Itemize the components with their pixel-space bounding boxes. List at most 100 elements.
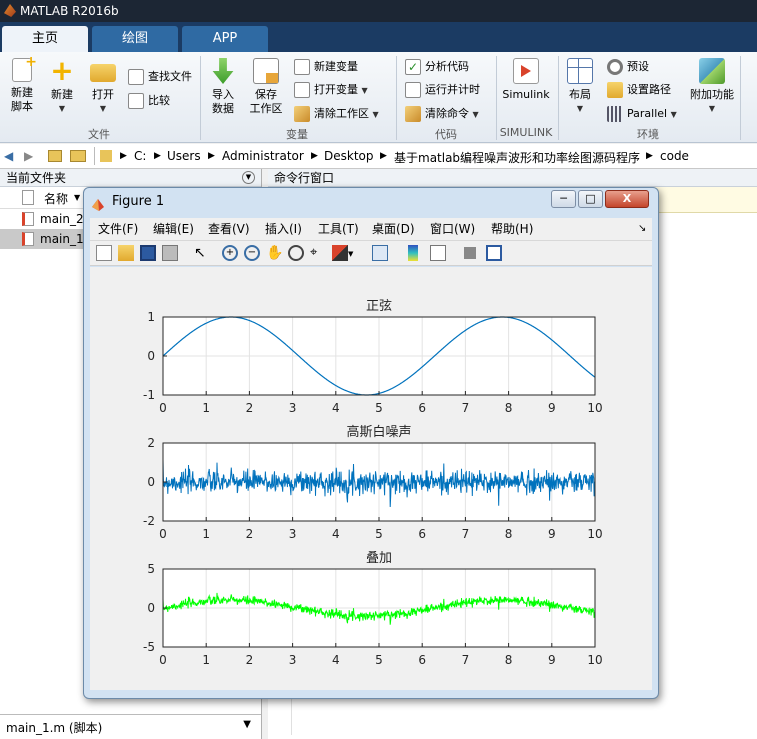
menu-edit[interactable]: 编辑(E): [153, 218, 194, 240]
breadcrumb-administrator[interactable]: Administrator: [222, 149, 304, 163]
new-variable-label: 新建变量: [314, 60, 358, 73]
pointer-icon[interactable]: ↖: [194, 245, 210, 261]
pan-hand-icon[interactable]: ✋: [266, 245, 283, 261]
new-label: 新建: [51, 88, 73, 101]
menu-dock-arrow-icon[interactable]: ↘: [638, 218, 646, 240]
tab-home[interactable]: 主页: [2, 26, 88, 52]
figure-titlebar[interactable]: Figure 1 ─ □ X: [84, 188, 658, 216]
layout-button[interactable]: 布局 ▼: [563, 58, 597, 116]
zoom-out-icon[interactable]: −: [244, 245, 260, 261]
figure-window[interactable]: Figure 1 ─ □ X 文件(F) 编辑(E) 查看(V) 插入(I) 工…: [83, 187, 659, 699]
x-tick-label: 0: [159, 653, 167, 667]
chevron-down-icon[interactable]: ▼: [348, 250, 364, 266]
tab-apps[interactable]: APP: [182, 26, 268, 52]
save-workspace-button[interactable]: 保存 工作区: [246, 58, 286, 116]
close-button[interactable]: X: [605, 190, 649, 208]
breadcrumb-project-folder[interactable]: 基于matlab编程噪声波形和功率绘图源码程序: [394, 149, 640, 166]
chevron-down-icon: ▼: [472, 110, 479, 119]
chevron-down-icon: ▼: [99, 104, 107, 113]
zoom-in-icon[interactable]: +: [222, 245, 238, 261]
chevron-down-icon[interactable]: ▼: [243, 719, 251, 730]
import-data-button[interactable]: 导入 数据: [204, 58, 242, 116]
clear-workspace-button[interactable]: 清除工作区 ▼: [294, 105, 379, 123]
new-figure-icon[interactable]: [96, 245, 112, 261]
group-label-code: 代码: [435, 128, 457, 141]
tab-plots[interactable]: 绘图: [92, 26, 178, 52]
import-arrow-icon: [212, 58, 234, 84]
name-column-header[interactable]: 名称: [44, 190, 68, 207]
x-tick-label: 0: [159, 527, 167, 541]
panel-menu-icon[interactable]: ▼: [242, 171, 255, 184]
breadcrumb-separator: ▶: [120, 151, 127, 161]
x-tick-label: 2: [246, 527, 254, 541]
set-path-button[interactable]: 设置路径: [607, 81, 671, 99]
matlab-logo-icon: [4, 4, 16, 17]
parallel-button[interactable]: Parallel ▼: [607, 105, 677, 123]
x-tick-label: 5: [375, 527, 383, 541]
breadcrumb-users[interactable]: Users: [167, 149, 201, 163]
find-files-icon: [128, 69, 144, 85]
new-button[interactable]: + 新建 ▼: [44, 57, 80, 116]
breadcrumb-code[interactable]: code: [660, 149, 689, 163]
run-and-time-label: 运行并计时: [425, 83, 480, 96]
group-divider: [200, 56, 201, 140]
x-tick-label: 3: [289, 527, 297, 541]
browse-folder-icon[interactable]: [70, 150, 86, 162]
addons-button[interactable]: 附加功能 ▼: [688, 58, 736, 116]
open-file-icon[interactable]: [118, 245, 134, 261]
colorbar-icon[interactable]: [408, 245, 418, 261]
x-tick-label: 9: [548, 653, 556, 667]
maximize-button[interactable]: □: [578, 190, 603, 208]
menu-view[interactable]: 查看(V): [208, 218, 250, 240]
gear-icon: [607, 59, 623, 75]
up-folder-icon[interactable]: [48, 150, 62, 162]
chevron-down-icon: ▼: [372, 110, 379, 119]
subplot-title: 叠加: [366, 551, 392, 566]
compare-label: 比较: [148, 94, 170, 107]
brush-icon[interactable]: [332, 245, 348, 261]
details-bar[interactable]: main_1.m (脚本) ▼: [0, 714, 261, 738]
matlab-figure-icon: [91, 195, 105, 211]
chevron-down-icon: ▼: [361, 86, 368, 95]
legend-icon[interactable]: [430, 245, 446, 261]
find-files-button[interactable]: 查找文件: [128, 68, 192, 86]
menu-insert[interactable]: 插入(I): [265, 218, 302, 240]
hide-plot-tools-icon[interactable]: [464, 247, 476, 259]
preferences-button[interactable]: 预设: [607, 58, 649, 76]
minimize-button[interactable]: ─: [551, 190, 576, 208]
open-variable-label: 打开变量: [314, 83, 358, 96]
clear-commands-button[interactable]: 清除命令 ▼: [405, 105, 479, 123]
compare-button[interactable]: 比较: [128, 92, 170, 110]
breadcrumb-desktop[interactable]: Desktop: [324, 149, 374, 163]
link-plot-icon[interactable]: [372, 245, 388, 261]
show-plot-tools-icon[interactable]: [486, 245, 502, 261]
figure-title: Figure 1: [112, 194, 165, 209]
menu-tools[interactable]: 工具(T): [318, 218, 359, 240]
menu-desktop[interactable]: 桌面(D): [372, 218, 415, 240]
print-icon[interactable]: [162, 245, 178, 261]
open-variable-button[interactable]: 打开变量 ▼: [294, 81, 368, 99]
forward-arrow-icon[interactable]: ▶: [24, 149, 33, 163]
open-button[interactable]: 打开 ▼: [86, 58, 120, 116]
breadcrumb-separator: ▶: [380, 151, 387, 161]
import-data-label: 导入 数据: [212, 88, 234, 115]
menu-file[interactable]: 文件(F): [98, 218, 138, 240]
new-variable-button[interactable]: 新建变量: [294, 58, 358, 76]
details-text: main_1.m (脚本): [6, 721, 103, 735]
new-script-button[interactable]: + 新建 脚本: [4, 55, 40, 114]
y-tick-label: 5: [147, 562, 155, 576]
y-tick-label: 0: [147, 349, 155, 363]
analyze-code-button[interactable]: ✓ 分析代码: [405, 58, 469, 76]
run-and-time-button[interactable]: 运行并计时: [405, 81, 480, 99]
back-arrow-icon[interactable]: ◀: [4, 149, 13, 163]
data-cursor-icon[interactable]: ⌖: [310, 245, 326, 261]
menu-window[interactable]: 窗口(W): [430, 218, 475, 240]
simulink-button[interactable]: Simulink: [500, 58, 552, 102]
x-tick-label: 4: [332, 653, 340, 667]
save-icon[interactable]: [140, 245, 156, 261]
eraser-icon: [294, 106, 310, 122]
y-tick-label: -2: [143, 514, 155, 528]
menu-help[interactable]: 帮助(H): [491, 218, 533, 240]
rotate-3d-icon[interactable]: [288, 245, 304, 261]
breadcrumb-drive[interactable]: C:: [134, 149, 146, 163]
